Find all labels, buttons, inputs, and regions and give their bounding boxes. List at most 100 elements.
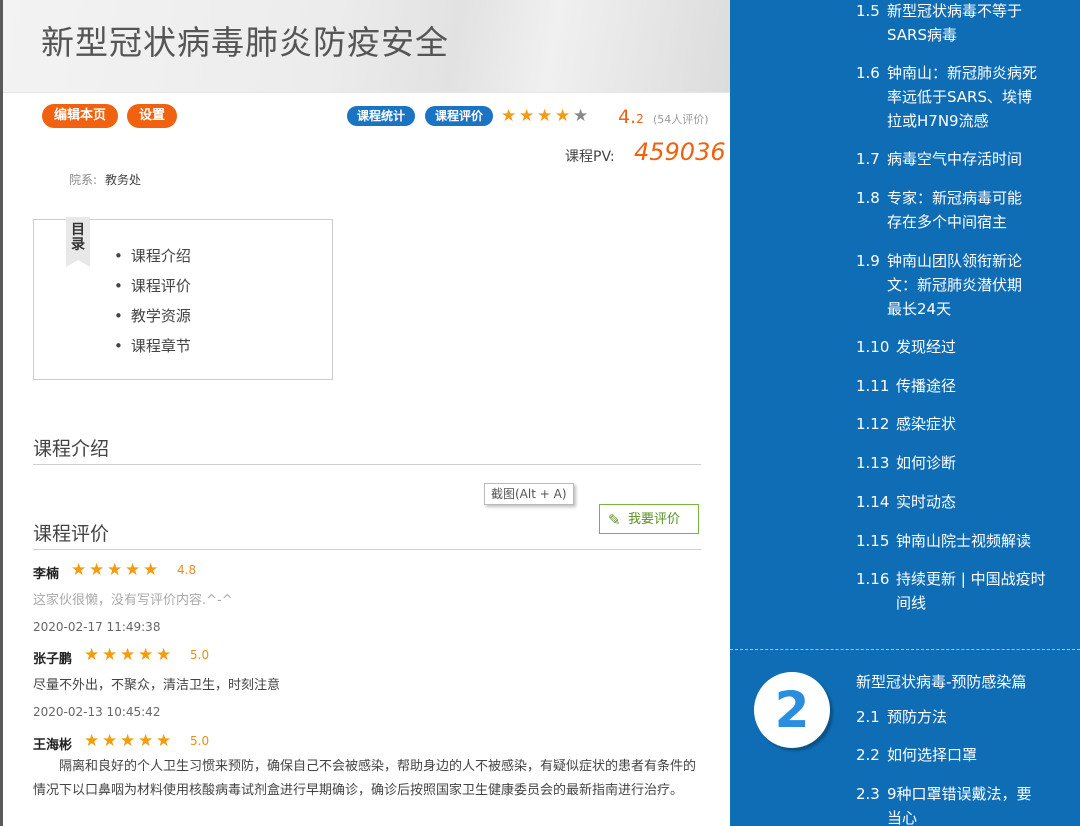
star-icon: ★ [501, 106, 517, 126]
toc-item-intro[interactable]: 课程介绍 [114, 244, 191, 274]
review-score: 4.8 [177, 563, 197, 577]
sidebar-item-label: 9种口罩错误戴法，要当心 [887, 785, 1032, 826]
sidebar-item-1-9[interactable]: 1.9 钟南山团队领衔新论文：新冠肺炎潜伏期最长24天 [856, 249, 1036, 321]
review-score: 5.0 [190, 734, 210, 748]
toc-tag: 目录 [66, 217, 90, 267]
sidebar-item-number: 2.3 [856, 785, 880, 803]
review-time: 2020-02-17 11:49:38 [33, 620, 161, 634]
sidebar-item-label: 如何选择口罩 [887, 746, 978, 764]
course-title: 新型冠状病毒肺炎防疫安全 [41, 23, 449, 62]
sidebar-item-1-7[interactable]: 1.7 病毒空气中存活时间 [856, 147, 1056, 171]
star-empty-icon: ★ [573, 106, 589, 126]
sidebar-item-1-8[interactable]: 1.8 专家：新冠病毒可能存在多个中间宿主 [856, 186, 1036, 234]
chapter-title[interactable]: 新型冠状病毒-预防感染篇 [856, 671, 1026, 692]
sidebar-item-1-10[interactable]: 1.10 发现经过 [856, 335, 1056, 359]
course-banner: 新型冠状病毒肺炎防疫安全 [3, 0, 730, 93]
sidebar-item-1-14[interactable]: 1.14 实时动态 [856, 490, 1056, 514]
star-icon: ★ [107, 560, 123, 580]
sidebar-item-2-3[interactable]: 2.3 9种口罩错误戴法，要当心 [856, 782, 1046, 826]
toc-item-resources[interactable]: 教学资源 [114, 304, 191, 334]
sidebar-item-number: 1.16 [856, 570, 890, 588]
screenshot-tooltip: 截图(Alt + A) [484, 483, 574, 505]
reviewer-name: 王海彬 [33, 738, 73, 753]
star-icon: ★ [71, 560, 87, 580]
course-rating-stars: ★ ★ ★ ★ ★ [501, 106, 589, 126]
section-title-intro: 课程介绍 [33, 438, 110, 460]
star-icon: ★ [156, 645, 172, 665]
star-icon: ★ [84, 731, 100, 751]
sidebar-item-number: 1.9 [856, 252, 880, 270]
star-icon: ★ [555, 106, 571, 126]
edit-page-button[interactable]: 编辑本页 [42, 104, 119, 128]
star-icon: ★ [537, 106, 553, 126]
sidebar-item-2-1[interactable]: 2.1 预防方法 [856, 705, 1056, 729]
review-time: 2020-02-13 10:45:42 [33, 705, 161, 719]
sidebar-item-number: 1.13 [856, 454, 890, 472]
star-icon: ★ [519, 106, 535, 126]
sidebar-item-number: 1.14 [856, 493, 890, 511]
write-review-button[interactable]: ✎ 我要评价 [599, 504, 699, 534]
star-icon: ★ [125, 560, 141, 580]
chapter-divider [730, 649, 1080, 650]
department-label: 院系: [69, 173, 98, 187]
department: 院系: 教务处 [69, 171, 141, 188]
sidebar-item-1-6[interactable]: 1.6 钟南山：新冠肺炎病死率远低于SARS、埃博拉或H7N9流感 [856, 61, 1042, 133]
star-icon: ★ [143, 560, 159, 580]
sidebar-item-label: 专家：新冠病毒可能存在多个中间宿主 [887, 189, 1023, 231]
sidebar-item-number: 1.6 [856, 64, 880, 82]
section-divider [33, 549, 701, 550]
sidebar-item-number: 1.8 [856, 189, 880, 207]
sidebar-item-number: 1.12 [856, 415, 890, 433]
sidebar-item-number: 1.5 [856, 2, 880, 20]
section-title-reviews: 课程评价 [33, 523, 110, 545]
review-text: 尽量不外出，不聚众，清洁卫生，时刻注意 [33, 678, 281, 693]
review-stars: ★ ★ ★ ★ ★ [71, 560, 159, 580]
department-value: 教务处 [105, 173, 142, 187]
sidebar-item-number: 1.10 [856, 338, 890, 356]
sidebar-item-1-5[interactable]: 1.5 新型冠状病毒不等于SARS病毒 [856, 0, 1036, 47]
star-icon: ★ [138, 731, 154, 751]
sidebar-item-number: 1.7 [856, 150, 880, 168]
pencil-icon: ✎ [608, 511, 621, 529]
course-rating-value: 4.2 [618, 106, 644, 128]
table-of-contents: 目录 课程介绍 课程评价 教学资源 课程章节 [33, 217, 333, 380]
sidebar-item-label: 新型冠状病毒不等于SARS病毒 [887, 2, 1023, 44]
sidebar-item-1-15[interactable]: 1.15 钟南山院士视频解读 [856, 529, 1061, 553]
write-review-label: 我要评价 [628, 512, 681, 527]
review-stars: ★ ★ ★ ★ ★ [84, 731, 172, 751]
review-stars: ★ ★ ★ ★ ★ [84, 645, 172, 665]
sidebar-item-1-13[interactable]: 1.13 如何诊断 [856, 451, 1056, 475]
sidebar-item-1-12[interactable]: 1.12 感染症状 [856, 412, 1056, 436]
sidebar-item-1-16[interactable]: 1.16 持续更新 | 中国战疫时间线 [856, 567, 1051, 615]
course-evaluate-button[interactable]: 课程评价 [425, 106, 494, 126]
sidebar-item-label: 病毒空气中存活时间 [887, 150, 1023, 168]
course-stats-button[interactable]: 课程统计 [347, 106, 416, 126]
sidebar-item-number: 2.1 [856, 708, 880, 726]
course-main: 新型冠状病毒肺炎防疫安全 编辑本页 设置 课程统计 课程评价 ★ ★ ★ ★ ★… [3, 0, 730, 826]
pv-value: 459036 [634, 138, 726, 166]
star-icon: ★ [84, 645, 100, 665]
sidebar-item-number: 2.2 [856, 746, 880, 764]
course-rating-count: (54人评价) [653, 113, 709, 126]
star-icon: ★ [138, 645, 154, 665]
star-icon: ★ [102, 645, 118, 665]
review-text: 这家伙很懒，没有写评价内容.^-^ [33, 593, 233, 608]
star-icon: ★ [120, 731, 136, 751]
chapter-number-badge: 2 [754, 672, 830, 748]
star-icon: ★ [120, 645, 136, 665]
reviewer-name: 张子鹏 [33, 652, 73, 667]
review-score: 5.0 [190, 648, 210, 662]
course-toolbar: 编辑本页 设置 课程统计 课程评价 ★ ★ ★ ★ ★ 4.2 (54人评价) [3, 104, 730, 130]
reviewer-name: 李楠 [33, 567, 60, 582]
toc-item-chapters[interactable]: 课程章节 [114, 334, 191, 364]
sidebar-item-number: 1.11 [856, 377, 890, 395]
settings-button[interactable]: 设置 [127, 104, 178, 128]
toc-item-reviews[interactable]: 课程评价 [114, 274, 191, 304]
sidebar-item-1-11[interactable]: 1.11 传播途径 [856, 374, 1056, 398]
chapter-sidebar: 1.5 新型冠状病毒不等于SARS病毒 1.6 钟南山：新冠肺炎病死率远低于SARS… [730, 0, 1080, 826]
sidebar-item-label: 钟南山团队领衔新论文：新冠肺炎潜伏期最长24天 [887, 252, 1023, 318]
star-icon: ★ [156, 731, 172, 751]
section-divider [33, 464, 701, 465]
star-icon: ★ [89, 560, 105, 580]
sidebar-item-2-2[interactable]: 2.2 如何选择口罩 [856, 743, 1056, 767]
